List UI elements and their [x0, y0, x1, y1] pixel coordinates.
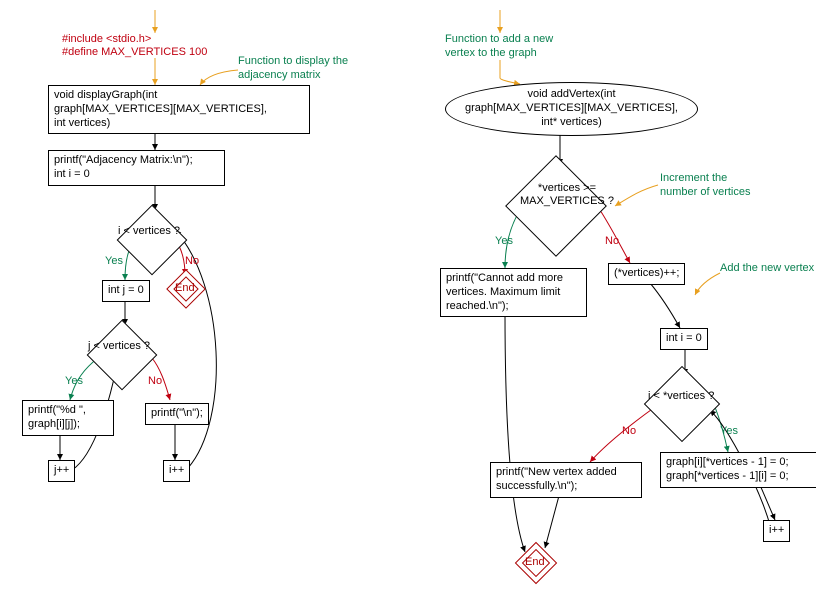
text: i++	[769, 524, 784, 536]
text: void displayGraph(int graph[MAX_VERTICES…	[54, 89, 267, 129]
text: void addVertex(int graph[MAX_VERTICES][M…	[465, 88, 678, 129]
text: printf("%d ", graph[i][j]);	[28, 404, 86, 430]
comment-add-vertex: Add the new vertex	[720, 262, 814, 276]
diamond-j-text: j < vertices ?	[88, 340, 150, 353]
label-no: No	[185, 255, 199, 267]
text: int i = 0	[666, 332, 702, 344]
text: printf("Adjacency Matrix:\n"); int i = 0	[54, 154, 193, 180]
box-success: printf("New vertex added successfully.\n…	[490, 462, 642, 498]
box-cannot-add: printf("Cannot add more vertices. Maximu…	[440, 268, 587, 317]
define-directive: #define MAX_VERTICES 100	[62, 46, 207, 60]
diamond-i-pv-text: i < *vertices ?	[648, 390, 714, 403]
label-no-pv: No	[622, 425, 636, 437]
text: printf("Cannot add more vertices. Maximu…	[446, 272, 563, 312]
end-text-right: End	[525, 556, 545, 568]
box-jpp: j++	[48, 460, 75, 482]
label-yes-max: Yes	[495, 235, 513, 247]
text: printf("\n");	[151, 407, 203, 419]
label-yes-j: Yes	[65, 375, 83, 387]
text: i++	[169, 464, 184, 476]
box-print-cell: printf("%d ", graph[i][j]);	[22, 400, 114, 436]
box-ipp-right: i++	[763, 520, 790, 542]
label-yes-pv: Yes	[720, 425, 738, 437]
comment-display-func: Function to display the adjacency matrix	[238, 55, 348, 83]
box-zero-graph: graph[i][*vertices - 1] = 0; graph[*vert…	[660, 452, 816, 488]
box-print-ln: printf("\n");	[145, 403, 209, 425]
box-j0: int j = 0	[102, 280, 150, 302]
diamond-i-text: i < vertices ?	[118, 225, 180, 238]
box-display-signature: void displayGraph(int graph[MAX_VERTICES…	[48, 85, 310, 134]
label-no-max: No	[605, 235, 619, 247]
text: graph[i][*vertices - 1] = 0; graph[*vert…	[666, 456, 789, 482]
ellipse-addvertex-signature: void addVertex(int graph[MAX_VERTICES][M…	[445, 82, 698, 136]
box-vertices-pp: (*vertices)++;	[608, 263, 685, 285]
comment-addvertex-func: Function to add a new vertex to the grap…	[445, 33, 553, 61]
box-i0-right: int i = 0	[660, 328, 708, 350]
diamond-max-text: *vertices >= MAX_VERTICES ?	[520, 182, 614, 208]
box-init-i: printf("Adjacency Matrix:\n"); int i = 0	[48, 150, 225, 186]
end-text-left: End	[175, 282, 195, 294]
comment-increment: Increment the number of vertices	[660, 172, 750, 200]
include-directive: #include <stdio.h>	[62, 33, 151, 47]
text: (*vertices)++;	[614, 267, 679, 279]
label-no-j: No	[148, 375, 162, 387]
box-ipp-left: i++	[163, 460, 190, 482]
text: int j = 0	[108, 284, 144, 296]
label-yes: Yes	[105, 255, 123, 267]
text: j++	[54, 464, 69, 476]
text: printf("New vertex added successfully.\n…	[496, 466, 617, 492]
